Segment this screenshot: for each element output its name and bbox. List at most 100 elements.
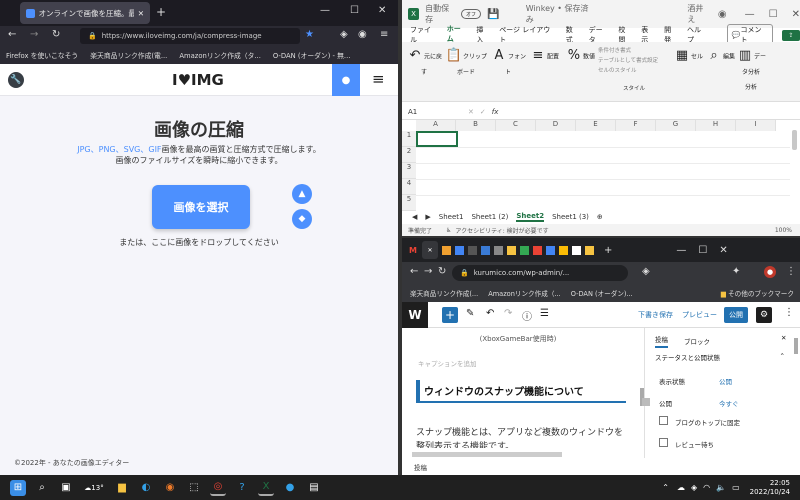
url-bar[interactable]: 🔒 kurumico.com/wp-admin/... bbox=[452, 265, 628, 281]
reload-icon[interactable]: ↻ bbox=[438, 266, 446, 277]
tab-favicon-icon[interactable] bbox=[520, 245, 529, 255]
column-header[interactable]: B bbox=[456, 120, 496, 131]
new-tab-icon[interactable]: + bbox=[604, 245, 612, 256]
publish-time-value[interactable]: 今すぐ bbox=[719, 398, 739, 408]
table-format-item[interactable]: テーブルとして書式設定 bbox=[598, 56, 670, 66]
zoom-level[interactable]: 100% bbox=[775, 227, 792, 234]
wp-editor-canvas[interactable]: (XboxGameBar使用時) キャプションを追加 ウィンドウのスナップ機能に… bbox=[402, 328, 634, 475]
panel-title[interactable]: ステータスと公開状態 ⌃ bbox=[655, 352, 785, 362]
tab-favicon-icon[interactable] bbox=[572, 245, 581, 255]
heading-block[interactable]: ウィンドウのスナップ機能について bbox=[416, 380, 626, 403]
tab-block[interactable]: ブロック bbox=[684, 336, 710, 346]
align-group[interactable]: ≡ 配置 bbox=[526, 46, 562, 67]
list-view-icon[interactable]: ☰ bbox=[540, 308, 549, 319]
row-header[interactable]: 5 bbox=[402, 195, 416, 211]
column-header[interactable]: D bbox=[536, 120, 576, 131]
file-explorer-icon[interactable]: ▆ bbox=[114, 480, 130, 496]
sheet-grid[interactable]: A B C D E F G H I 1 2 3 4 5 bbox=[402, 120, 800, 211]
bookmark-item[interactable]: 楽天商品リンク作成(電... bbox=[90, 50, 167, 60]
windows-start-icon[interactable]: ⊞ bbox=[10, 479, 26, 496]
share-button[interactable]: ⇪ bbox=[782, 29, 800, 41]
add-block-button[interactable]: + bbox=[442, 307, 458, 323]
bookmark-item[interactable]: O-DAN (オーダン) - 無... bbox=[273, 50, 351, 60]
firefox-icon[interactable]: ◉ bbox=[162, 480, 178, 496]
google-drive-icon[interactable]: ▲ bbox=[292, 184, 312, 204]
clipboard-group[interactable]: 📋クリップボード bbox=[444, 46, 488, 77]
close-icon[interactable]: ✕ bbox=[138, 9, 144, 18]
status-accessibility[interactable]: アクセシビリティ: 検討が必要です bbox=[455, 226, 548, 235]
row-header[interactable]: 2 bbox=[402, 147, 416, 163]
close-window-icon[interactable]: ✕ bbox=[378, 5, 386, 16]
forward-icon[interactable]: → bbox=[30, 29, 38, 40]
close-sidebar-icon[interactable]: ✕ bbox=[781, 334, 786, 342]
tab-favicon-icon[interactable] bbox=[481, 245, 490, 255]
speaker-icon[interactable]: 🔈 bbox=[716, 483, 726, 492]
wifi-icon[interactable]: ◠ bbox=[703, 483, 710, 492]
image-caption[interactable]: (XboxGameBar使用時) bbox=[402, 334, 634, 344]
zoom-app-icon[interactable]: ● bbox=[282, 480, 298, 496]
chrome-icon[interactable]: ◎ bbox=[210, 480, 226, 496]
url-bar[interactable]: 🔒 https://www.iloveimg.com/ja/compress-i… bbox=[80, 28, 300, 44]
undo-icon[interactable]: ↶ bbox=[486, 308, 494, 319]
preview-button[interactable]: プレビュー bbox=[682, 310, 717, 320]
cond-format-item[interactable]: 条件付き書式 bbox=[598, 46, 670, 56]
kebab-menu-icon[interactable]: ⋮ bbox=[786, 266, 796, 277]
column-header[interactable]: G bbox=[656, 120, 696, 131]
select-images-button[interactable]: 画像を選択 bbox=[152, 185, 250, 229]
puzzle-icon[interactable]: ✦ bbox=[732, 266, 740, 277]
formula-input[interactable] bbox=[504, 106, 800, 118]
tray-chevron-icon[interactable]: ⌃ bbox=[662, 483, 669, 492]
sheet-nav-left-icon[interactable]: ◀ bbox=[412, 213, 417, 221]
user-icon[interactable]: ● bbox=[332, 64, 360, 96]
tab-post[interactable]: 投稿 bbox=[655, 334, 668, 348]
tab-favicon-icon[interactable] bbox=[533, 245, 542, 255]
sheet-tab[interactable]: Sheet1 bbox=[439, 213, 464, 221]
redo-icon[interactable]: ↷ bbox=[504, 308, 512, 319]
maximize-icon[interactable]: ☐ bbox=[350, 5, 359, 16]
number-group[interactable]: % 数値 bbox=[562, 46, 598, 67]
tab-favicon-icon[interactable] bbox=[585, 245, 594, 255]
sheet-tab-active[interactable]: Sheet2 bbox=[516, 212, 545, 222]
tab-favicon-icon[interactable] bbox=[546, 245, 555, 255]
analysis-group[interactable]: ▥ データ分析 分析 bbox=[736, 46, 766, 92]
pocket-icon[interactable]: ◈ bbox=[340, 29, 348, 40]
sheet-tab[interactable]: Sheet1 (2) bbox=[471, 213, 508, 221]
tab-favicon-icon[interactable] bbox=[455, 245, 464, 255]
tab-favicon-icon[interactable] bbox=[494, 245, 503, 255]
save-icon[interactable]: 💾 bbox=[487, 9, 499, 20]
menu-icon[interactable]: ≡ bbox=[380, 29, 388, 40]
visibility-value[interactable]: 公開 bbox=[719, 376, 732, 386]
clock[interactable]: 22:05 2022/10/24 bbox=[750, 479, 790, 497]
bookmark-item[interactable]: O-DAN (オーダン)... bbox=[571, 288, 633, 298]
column-header[interactable]: E bbox=[576, 120, 616, 131]
caption-placeholder[interactable]: キャプションを追加 bbox=[418, 358, 477, 368]
reload-icon[interactable]: ↻ bbox=[52, 29, 60, 40]
row-header[interactable]: 4 bbox=[402, 179, 416, 195]
cancel-icon[interactable]: ✕ bbox=[468, 108, 474, 116]
add-sheet-icon[interactable]: ⊕ bbox=[597, 213, 603, 221]
sidebar-scrollbar[interactable] bbox=[794, 338, 798, 354]
tray-app-icon[interactable]: ☁ bbox=[677, 483, 685, 492]
back-icon[interactable]: ← bbox=[410, 266, 418, 277]
tab-favicon-icon[interactable] bbox=[559, 245, 568, 255]
paragraph-block[interactable]: スナップ機能とは、アプリなど複数のウィンドウを整列表示する機能です。 bbox=[416, 426, 630, 448]
column-header[interactable]: I bbox=[736, 120, 776, 131]
column-header[interactable]: F bbox=[616, 120, 656, 131]
info-icon[interactable]: ⓘ bbox=[522, 308, 532, 323]
selected-cell-a1[interactable] bbox=[416, 131, 458, 147]
bookmark-item[interactable]: Amazonリンク作成（タ... bbox=[179, 50, 261, 60]
cell-group[interactable]: ▦ セル bbox=[670, 46, 706, 67]
firefox-active-tab[interactable]: オンラインで画像を圧縮。最高の品 ✕ bbox=[20, 2, 150, 24]
tray-app-icon[interactable]: ◈ bbox=[691, 483, 697, 492]
publish-button[interactable]: 公開 bbox=[724, 307, 748, 323]
dropbox-icon[interactable]: ◆ bbox=[292, 209, 312, 229]
row-header[interactable]: 1 bbox=[402, 131, 416, 147]
site-logo[interactable]: I♥IMG bbox=[172, 71, 224, 89]
undo-group[interactable]: ↶ 元に戻す bbox=[406, 46, 442, 77]
bookmark-item[interactable]: Firefox を使いこなそう bbox=[6, 50, 78, 60]
column-header[interactable]: A bbox=[416, 120, 456, 131]
options-icon[interactable]: ⋮ bbox=[784, 307, 794, 318]
new-tab-icon[interactable]: + bbox=[156, 5, 166, 19]
weather-icon[interactable]: ☁ 13° bbox=[82, 480, 106, 496]
edge-icon[interactable]: ◐ bbox=[138, 480, 154, 496]
